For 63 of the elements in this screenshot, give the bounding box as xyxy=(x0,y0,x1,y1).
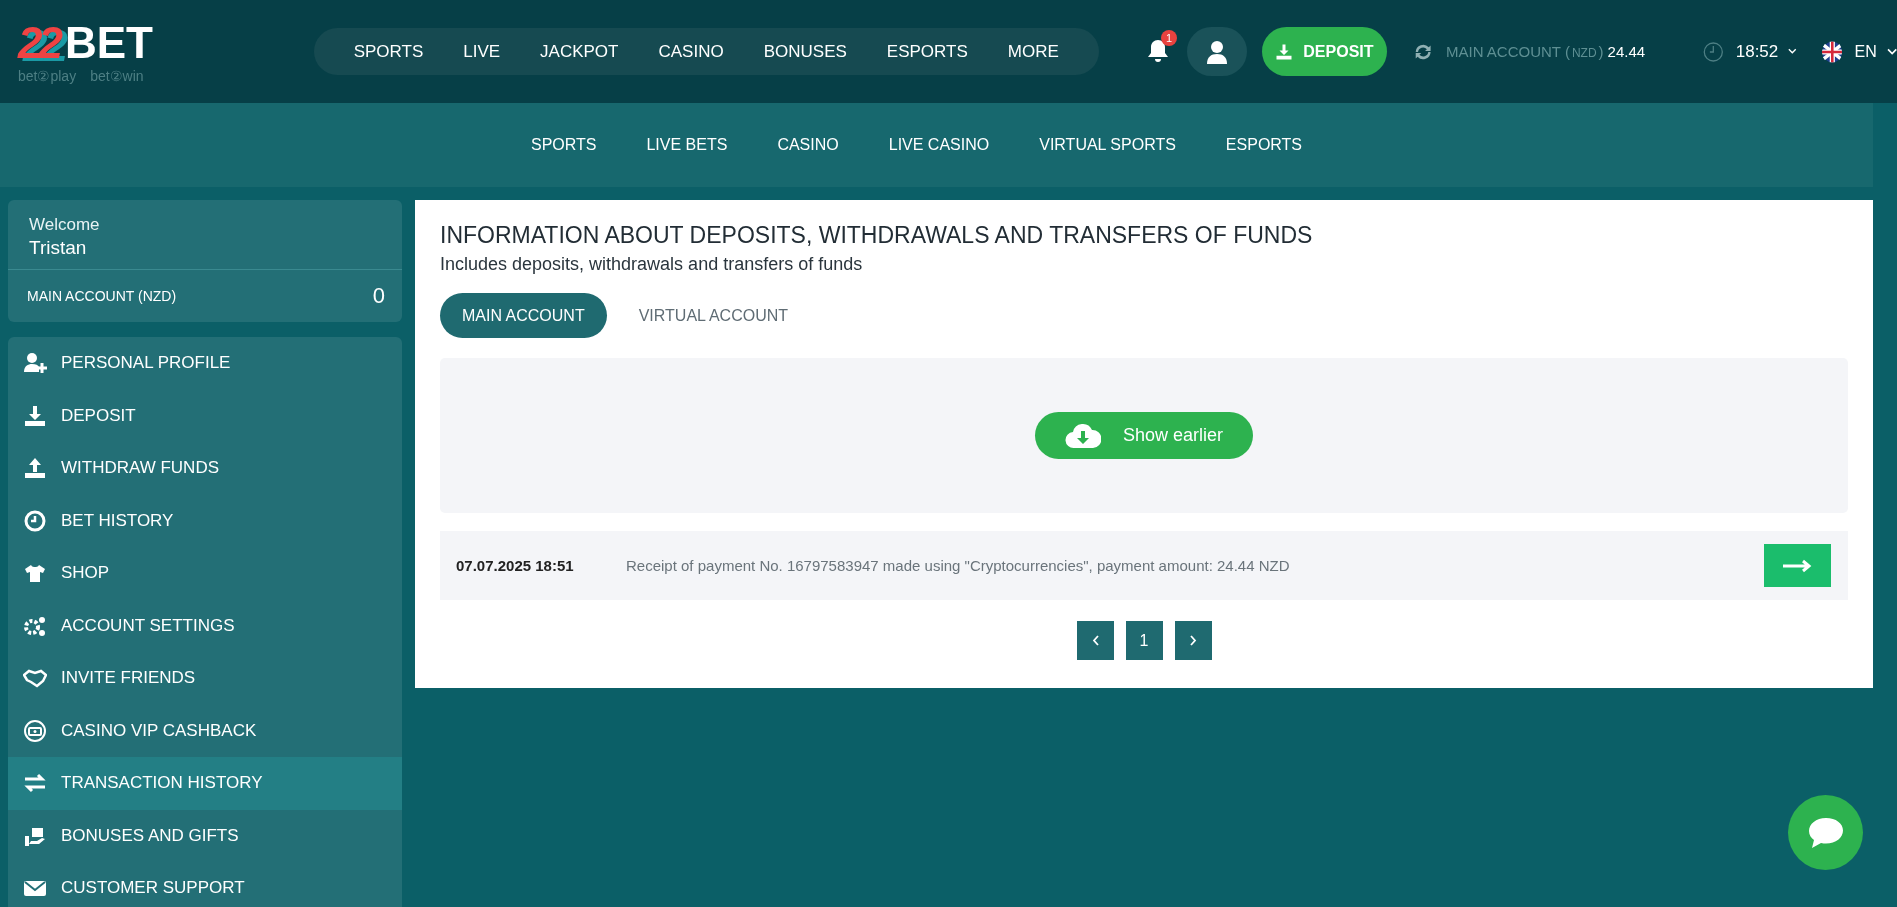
nav-link[interactable]: MORE xyxy=(987,41,1079,62)
notification-badge: 1 xyxy=(1161,29,1178,46)
account-tab[interactable]: MAIN ACCOUNT xyxy=(440,293,607,338)
nav-link[interactable]: CASINO xyxy=(638,41,744,62)
logo-tagline: bet②play xyxy=(18,67,77,84)
menu-icon xyxy=(23,403,47,428)
nav-link[interactable]: JACKPOT xyxy=(520,41,639,62)
page-title: INFORMATION ABOUT DEPOSITS, WITHDRAWALS AND TRANSFERS OF FUNDS xyxy=(440,222,1314,249)
nav-link[interactable]: ESPORTS xyxy=(866,41,988,62)
sub-nav-link[interactable]: CASINO xyxy=(752,136,864,154)
sidebar-item[interactable]: ACCOUNT SETTINGS xyxy=(8,599,402,652)
sub-nav-link[interactable]: ESPORTS xyxy=(1200,136,1328,154)
sidebar-item[interactable]: CASINO VIP CASHBACK xyxy=(8,704,402,757)
balance-label: MAIN ACCOUNT (NZD) 24.44 xyxy=(1446,43,1646,60)
menu-icon xyxy=(23,718,47,743)
user-name: Tristan xyxy=(29,237,88,259)
download-icon xyxy=(1275,42,1294,61)
previous-page-button[interactable] xyxy=(1076,621,1114,660)
nav-link[interactable]: BONUSES xyxy=(743,41,867,62)
profile-button[interactable] xyxy=(1187,27,1248,76)
welcome-text: Welcome xyxy=(29,215,101,235)
nav-link[interactable]: SPORTS xyxy=(333,41,444,62)
sub-nav-link[interactable]: LIVE CASINO xyxy=(863,136,1015,154)
account-balance: 0 xyxy=(372,283,385,309)
sidebar-item[interactable]: SHOP xyxy=(8,547,402,600)
sidebar-item[interactable]: TRANSACTION HISTORY xyxy=(8,757,402,810)
menu-icon xyxy=(23,508,47,533)
sub-nav-link[interactable]: LIVE BETS xyxy=(621,136,753,154)
chevron-down-icon[interactable] xyxy=(1788,48,1797,55)
time-text: 18:52 xyxy=(1735,41,1779,62)
arrow-right-icon xyxy=(1782,558,1813,573)
next-page-button[interactable] xyxy=(1174,621,1212,660)
page-button[interactable]: 1 xyxy=(1125,621,1163,660)
clock-icon xyxy=(1703,39,1724,64)
sidebar-item[interactable]: BONUSES AND GIFTS xyxy=(8,809,402,862)
chevron-right-icon xyxy=(1189,635,1197,646)
page-subtitle: Includes deposits, withdrawals and transfers of funds xyxy=(440,254,864,275)
chat-bubble-icon xyxy=(1806,815,1845,850)
chevron-left-icon xyxy=(1091,635,1099,646)
logo-word: BET xyxy=(64,19,153,66)
logo-tagline: bet②win xyxy=(90,67,144,84)
flag-icon[interactable] xyxy=(1821,39,1843,64)
account-label: MAIN ACCOUNT (NZD) xyxy=(27,288,177,304)
sidebar-item[interactable]: PERSONAL PROFILE xyxy=(8,337,402,390)
language-text[interactable]: EN xyxy=(1854,42,1877,61)
nav-link[interactable]: LIVE xyxy=(443,41,521,62)
sidebar-item[interactable]: CUSTOMER SUPPORT xyxy=(8,862,402,907)
account-tab[interactable]: VIRTUAL ACCOUNT xyxy=(616,293,811,338)
sidebar-item[interactable]: DEPOSIT xyxy=(8,389,402,442)
menu-icon xyxy=(23,351,47,376)
logo-digits: 22 xyxy=(18,19,59,66)
user-icon xyxy=(1207,39,1228,64)
sub-nav-link[interactable]: VIRTUAL SPORTS xyxy=(1014,136,1201,154)
sidebar-item[interactable]: BET HISTORY xyxy=(8,494,402,547)
sub-nav-link[interactable]: SPORTS xyxy=(505,136,622,154)
bell-icon[interactable] xyxy=(1146,38,1169,63)
transaction-description: Receipt of payment No. 16797583947 made using "Cryptocurrencies", payment amount: 24.44 NZD xyxy=(626,557,1291,574)
chevron-down-icon[interactable] xyxy=(1886,47,1897,56)
transaction-date: 07.07.2025 18:51 xyxy=(456,557,575,574)
cloud-download-icon xyxy=(1064,421,1101,450)
menu-icon xyxy=(23,456,47,481)
sidebar-item[interactable]: INVITE FRIENDS xyxy=(8,652,402,705)
sidebar-item[interactable]: WITHDRAW FUNDS xyxy=(8,442,402,495)
